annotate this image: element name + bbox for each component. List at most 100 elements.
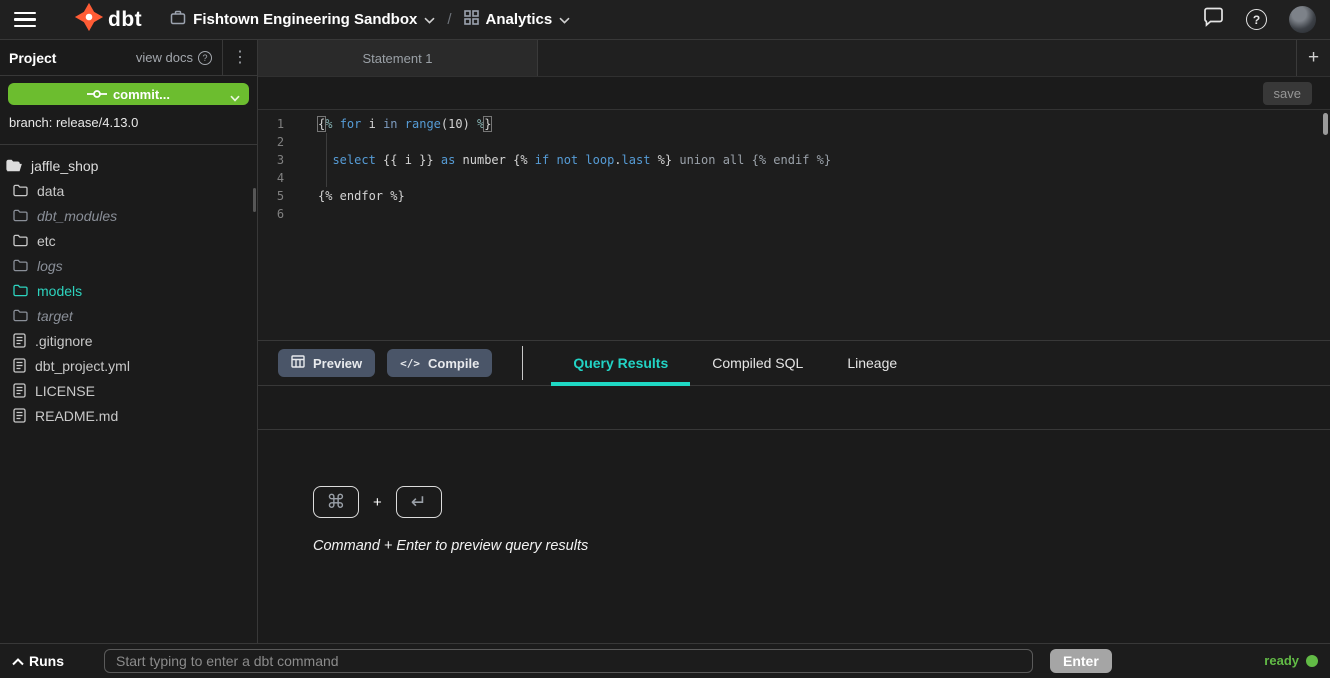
dbt-logo-text: dbt (108, 8, 142, 32)
folder-icon (13, 234, 28, 247)
code-line-6[interactable]: 6 (258, 205, 1330, 223)
results-panel-header: Preview </> Compile Query ResultsCompile… (258, 340, 1330, 386)
save-button[interactable]: save (1263, 82, 1312, 105)
panel-tab-compiled-sql[interactable]: Compiled SQL (690, 341, 825, 385)
folder-icon (13, 284, 28, 297)
line-number: 4 (258, 169, 303, 187)
panel-tab-query-results[interactable]: Query Results (551, 341, 690, 385)
tree-item-label: data (37, 183, 64, 199)
editor-toolbar: save (258, 77, 1330, 110)
tree-item-label: .gitignore (35, 333, 93, 349)
tree-item-dbt-project-yml[interactable]: dbt_project.yml (0, 353, 257, 378)
tree-item-target[interactable]: target (0, 303, 257, 328)
file-icon (13, 383, 26, 398)
sidebar-header: Project view docs ? ⋮ (0, 40, 257, 76)
code-line-5[interactable]: 5{% endfor %} (258, 187, 1330, 205)
top-bar: dbt Fishtown Engineering Sandbox / Analy… (0, 0, 1330, 40)
tree-item-jaffle-shop[interactable]: jaffle_shop (0, 153, 257, 178)
code-line-1[interactable]: 1{% for i in range(10) %} (258, 115, 1330, 133)
help-circle-icon: ? (198, 51, 212, 65)
code-text (303, 169, 318, 187)
kebab-menu-icon[interactable]: ⋮ (223, 41, 257, 75)
account-selector[interactable]: Fishtown Engineering Sandbox (170, 10, 435, 30)
line-number: 3 (258, 151, 303, 169)
compile-button[interactable]: </> Compile (387, 349, 492, 377)
command-key-icon: ⌘ (313, 486, 359, 518)
branch-label: branch: release/4.13.0 (8, 105, 249, 130)
code-text (303, 205, 318, 223)
indent-guide (326, 133, 327, 187)
commit-button[interactable]: commit... (8, 83, 249, 105)
panel-divider (522, 346, 523, 380)
code-line-3[interactable]: 3 select {{ i }} as number {% if not loo… (258, 151, 1330, 169)
help-icon[interactable]: ? (1246, 9, 1267, 30)
view-docs-link[interactable]: view docs ? (136, 50, 212, 65)
chevron-up-icon (12, 653, 24, 669)
tree-item-logs[interactable]: logs (0, 253, 257, 278)
tree-item-dbt-modules[interactable]: dbt_modules (0, 203, 257, 228)
sidebar-scrollbar[interactable] (253, 188, 256, 212)
tree-item-readme-md[interactable]: README.md (0, 403, 257, 428)
new-tab-button[interactable]: + (1296, 40, 1330, 76)
user-avatar[interactable] (1289, 6, 1316, 33)
code-lines: 1{% for i in range(10) %}23 select {{ i … (258, 115, 1330, 223)
main-area: Statement 1 + save 1{% for i in range(10… (258, 40, 1330, 643)
tree-item--gitignore[interactable]: .gitignore (0, 328, 257, 353)
runs-toggle[interactable]: Runs (12, 653, 104, 669)
code-text (303, 133, 318, 151)
grid-icon (464, 10, 479, 30)
tree-item-label: jaffle_shop (31, 158, 98, 174)
folder-icon (13, 184, 28, 197)
table-icon (291, 355, 305, 371)
file-tree: jaffle_shopdata dbt_modulesetc logs models t… (0, 145, 257, 643)
tree-item-label: logs (37, 258, 63, 274)
code-icon: </> (400, 357, 420, 370)
shortcut-keys: ⌘ + ↵ (313, 486, 1330, 518)
code-line-2[interactable]: 2 (258, 133, 1330, 151)
tree-item-etc[interactable]: etc (0, 228, 257, 253)
breadcrumb-separator: / (447, 11, 451, 28)
tree-item-label: target (37, 308, 73, 324)
chevron-down-icon (230, 90, 240, 105)
shortcut-hint-text: Command + Enter to preview query results (313, 538, 1330, 554)
code-text: {% for i in range(10) %} (303, 115, 491, 133)
tree-item-data[interactable]: data (0, 178, 257, 203)
tree-item-label: dbt_project.yml (35, 358, 130, 374)
project-selector[interactable]: Analytics (464, 10, 571, 30)
dbt-logo-icon (74, 2, 104, 37)
tree-item-label: dbt_modules (37, 208, 117, 224)
code-line-4[interactable]: 4 (258, 169, 1330, 187)
chat-icon[interactable] (1203, 7, 1224, 32)
query-results-panel: ⌘ + ↵ Command + Enter to preview query r… (258, 430, 1330, 643)
line-number: 1 (258, 115, 303, 133)
dbt-command-input[interactable] (104, 649, 1033, 673)
editor-scrollbar[interactable] (1323, 113, 1328, 135)
enter-button[interactable]: Enter (1050, 649, 1112, 673)
line-number: 2 (258, 133, 303, 151)
status-text: ready (1264, 653, 1299, 668)
tree-item-license[interactable]: LICENSE (0, 378, 257, 403)
dbt-logo[interactable]: dbt (74, 2, 142, 37)
tree-item-label: README.md (35, 408, 118, 424)
hamburger-menu-icon[interactable] (14, 12, 36, 28)
status-dot-icon (1306, 655, 1318, 667)
enter-key-icon: ↵ (396, 486, 442, 518)
plus-separator: + (373, 494, 382, 511)
project-name: Analytics (486, 11, 553, 28)
sidebar: Project view docs ? ⋮ commit... branch: … (0, 40, 258, 643)
chevron-down-icon (559, 11, 570, 29)
folder-icon (13, 209, 28, 222)
file-icon (13, 358, 26, 373)
editor-tab-bar: Statement 1 + (258, 40, 1330, 77)
tree-item-models[interactable]: models (0, 278, 257, 303)
code-editor[interactable]: 1{% for i in range(10) %}23 select {{ i … (258, 110, 1330, 340)
file-icon (13, 408, 26, 423)
status-indicator: ready (1264, 653, 1318, 668)
git-commit-icon (87, 87, 107, 102)
panel-tab-lineage[interactable]: Lineage (825, 341, 919, 385)
folder-icon (13, 309, 28, 322)
preview-button[interactable]: Preview (278, 349, 375, 377)
editor-tab-statement-1[interactable]: Statement 1 (258, 40, 538, 76)
bottom-bar: Runs Enter ready (0, 643, 1330, 677)
line-number: 6 (258, 205, 303, 223)
